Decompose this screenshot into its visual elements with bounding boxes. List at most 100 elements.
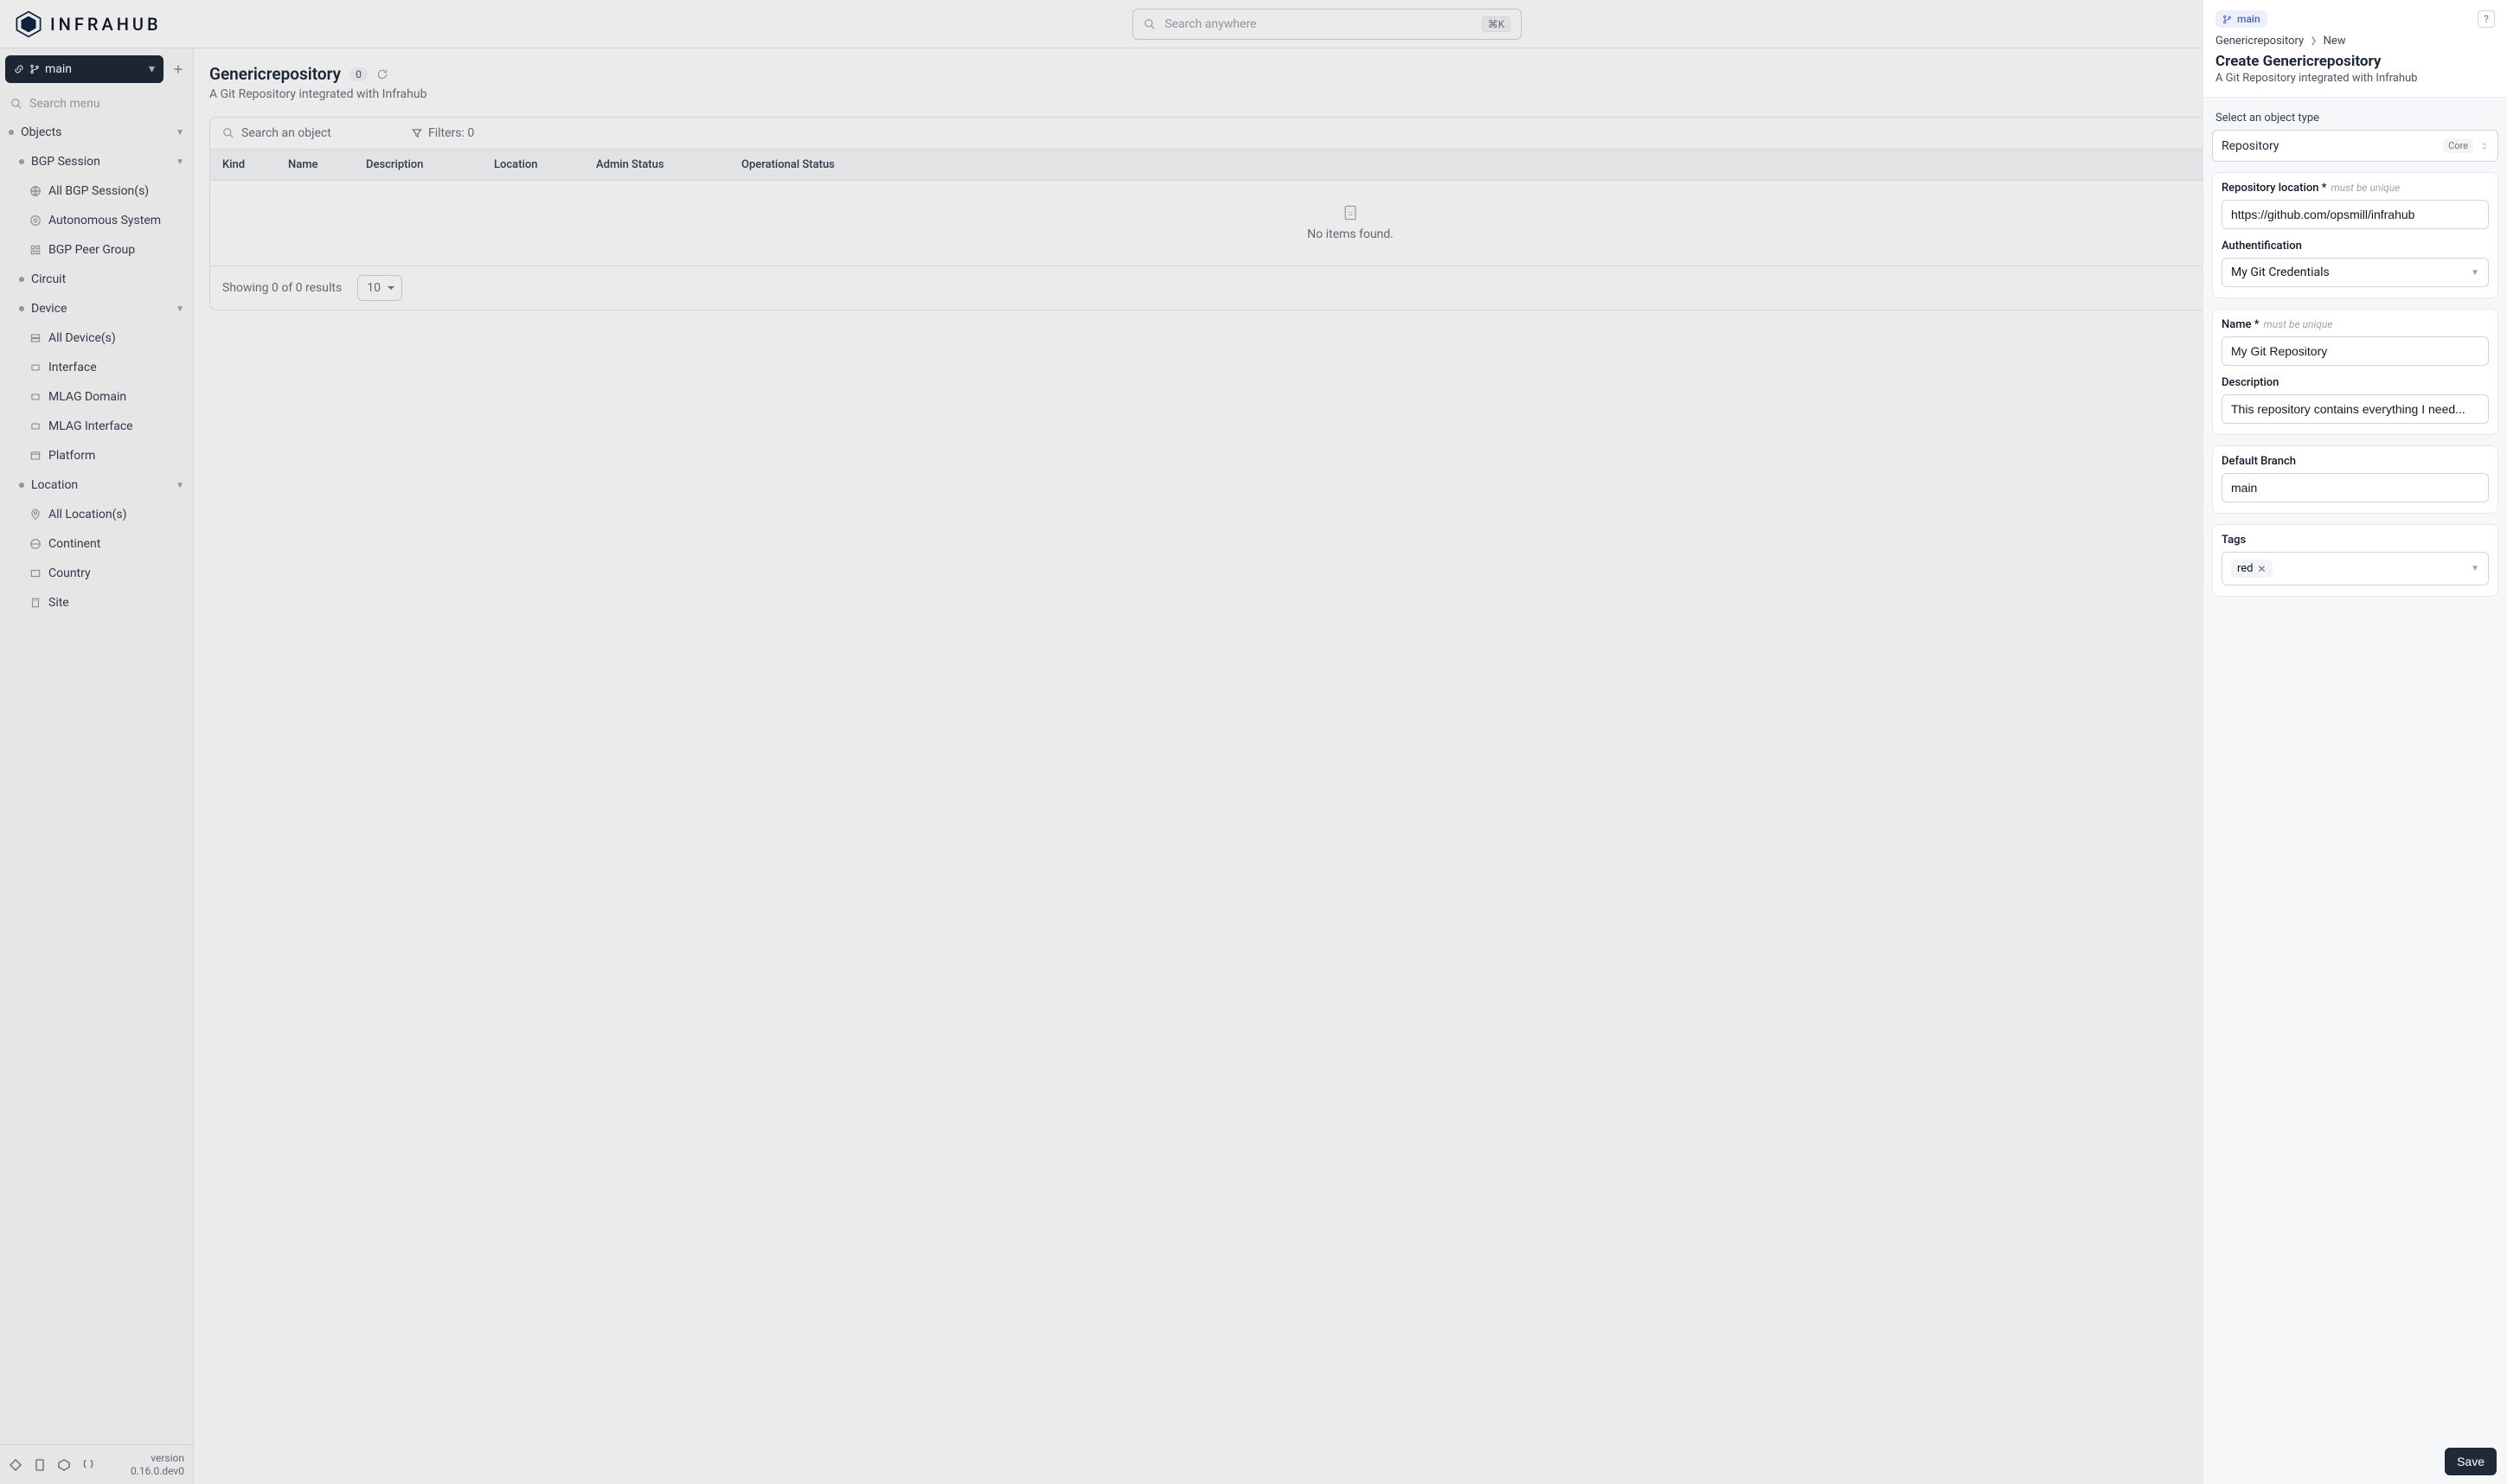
breadcrumb: Genericrepository ❯ New (2215, 35, 2495, 48)
item-platform[interactable]: Platform (0, 441, 193, 470)
chevron-down-icon: ▼ (176, 304, 184, 314)
search-anywhere[interactable]: Search anywhere ⌘K (1132, 9, 1522, 40)
reload-icon[interactable] (376, 68, 388, 80)
sidebar: main ▾ Search menu Objects▼ BGP Session▼… (0, 48, 194, 1484)
core-badge: Core (2443, 138, 2473, 153)
item-all-device[interactable]: All Device(s) (0, 323, 193, 353)
card-branch: Default Branch (2212, 445, 2498, 514)
nav-tree: Objects▼ BGP Session▼ All BGP Session(s)… (0, 118, 193, 1444)
item-peer-group[interactable]: BGP Peer Group (0, 235, 193, 265)
branch-icon (2222, 15, 2232, 24)
window-icon (29, 450, 42, 462)
group-objects[interactable]: Objects▼ (0, 118, 193, 147)
group-location[interactable]: Location▼ (0, 470, 193, 500)
item-as[interactable]: Autonomous System (0, 206, 193, 235)
card-tags: Tags red ✕ ▼ (2212, 524, 2498, 597)
group-bgp[interactable]: BGP Session▼ (0, 147, 193, 176)
logo[interactable]: INFRAHUB (14, 10, 162, 39)
chevron-down-icon: ▼ (2471, 564, 2479, 573)
item-site[interactable]: Site (0, 588, 193, 617)
plus-icon (172, 63, 184, 75)
kbd-hint: ⌘K (1482, 16, 1511, 32)
tags-select[interactable]: red ✕ ▼ (2222, 552, 2489, 585)
th-name[interactable]: Name (288, 158, 366, 171)
tag-chip: red ✕ (2231, 560, 2273, 578)
count-badge: 0 (349, 67, 368, 81)
description-input[interactable] (2222, 394, 2489, 424)
filters-button[interactable]: Filters: 0 (411, 126, 474, 140)
chevron-down-icon: ▼ (2471, 268, 2479, 278)
page-title: Genericrepository (209, 64, 341, 84)
default-branch-input[interactable] (2222, 473, 2489, 502)
topbar: INFRAHUB Search anywhere ⌘K (0, 0, 2507, 48)
file-icon (1344, 205, 1356, 221)
search-icon (10, 98, 22, 110)
globe-icon (29, 538, 42, 550)
json-icon[interactable] (81, 1458, 95, 1472)
th-kind[interactable]: Kind (222, 158, 288, 171)
item-mlag-interface[interactable]: MLAG Interface (0, 412, 193, 441)
remove-tag-icon[interactable]: ✕ (2258, 563, 2267, 575)
port-icon (29, 391, 42, 403)
drawer-title: Create Genericrepository (2215, 53, 2495, 70)
help-button[interactable]: ? (2478, 10, 2495, 28)
chain-icon (14, 64, 24, 74)
save-button[interactable]: Save (2445, 1448, 2497, 1475)
port-icon (29, 361, 42, 374)
table-header: Kind Name Description Location Admin Sta… (210, 150, 2491, 181)
card-repo-auth: Repository location *must be unique Auth… (2212, 172, 2498, 298)
port-icon (29, 420, 42, 432)
name-input[interactable] (2222, 336, 2489, 366)
chevron-down-icon: ▾ (149, 62, 155, 76)
item-all-bgp[interactable]: All BGP Session(s) (0, 176, 193, 206)
group-circuit[interactable]: Circuit (0, 265, 193, 294)
item-country[interactable]: Country (0, 559, 193, 588)
branch-selector[interactable]: main ▾ (5, 55, 164, 83)
flag-icon (29, 567, 42, 579)
create-drawer: main ? Genericrepository ❯ New Create Ge… (2202, 0, 2507, 1484)
pin-icon (29, 509, 42, 521)
menu-search[interactable]: Search menu (0, 90, 193, 118)
group-device[interactable]: Device▼ (0, 294, 193, 323)
card-name-desc: Name *must be unique Description (2212, 309, 2498, 435)
chevron-down-icon: ▼ (176, 157, 184, 167)
item-interface[interactable]: Interface (0, 353, 193, 382)
server-icon (29, 332, 42, 344)
chevron-right-icon: ❯ (2310, 36, 2317, 46)
sidebar-footer: version 0.16.0.dev0 (0, 1444, 193, 1484)
item-mlag-domain[interactable]: MLAG Domain (0, 382, 193, 412)
logo-icon (14, 10, 43, 39)
add-branch-button[interactable] (169, 55, 188, 83)
branch-icon (29, 64, 40, 74)
drawer-branch-pill[interactable]: main (2215, 10, 2267, 28)
search-icon (1144, 18, 1156, 30)
th-loc[interactable]: Location (494, 158, 596, 171)
auth-select[interactable]: My Git Credentials▼ (2222, 258, 2489, 287)
page-size-select[interactable]: 10 (357, 275, 402, 301)
th-desc[interactable]: Description (366, 158, 494, 171)
graphql-icon[interactable] (57, 1458, 71, 1472)
object-search[interactable]: Search an object (222, 126, 395, 140)
building-icon (29, 597, 42, 609)
data-card: Search an object Filters: 0 Kind Name De… (209, 117, 2491, 310)
target-icon (29, 214, 42, 227)
doc-icon[interactable] (33, 1458, 47, 1472)
chevron-down-icon: ▼ (176, 128, 184, 138)
sort-icon (2480, 142, 2489, 150)
git-icon[interactable] (9, 1458, 22, 1472)
item-all-location[interactable]: All Location(s) (0, 500, 193, 529)
grid-icon (29, 244, 42, 256)
object-type-select[interactable]: Repository Core (2212, 130, 2498, 162)
drawer-subtitle: A Git Repository integrated with Infrahu… (2215, 72, 2495, 85)
pagination: Showing 0 of 0 results 10 (210, 265, 2491, 310)
filter-icon (411, 127, 423, 139)
empty-state: No items found. (210, 181, 2491, 265)
page-subtitle: A Git Repository integrated with Infrahu… (209, 87, 2491, 101)
item-continent[interactable]: Continent (0, 529, 193, 559)
otype-label: Select an object type (2215, 112, 2495, 125)
globe-icon (29, 185, 42, 197)
repo-location-input[interactable] (2222, 200, 2489, 229)
pager-text: Showing 0 of 0 results (222, 281, 342, 295)
main: Genericrepository 0 A Git Repository int… (194, 48, 2507, 1484)
th-admin[interactable]: Admin Status (596, 158, 741, 171)
